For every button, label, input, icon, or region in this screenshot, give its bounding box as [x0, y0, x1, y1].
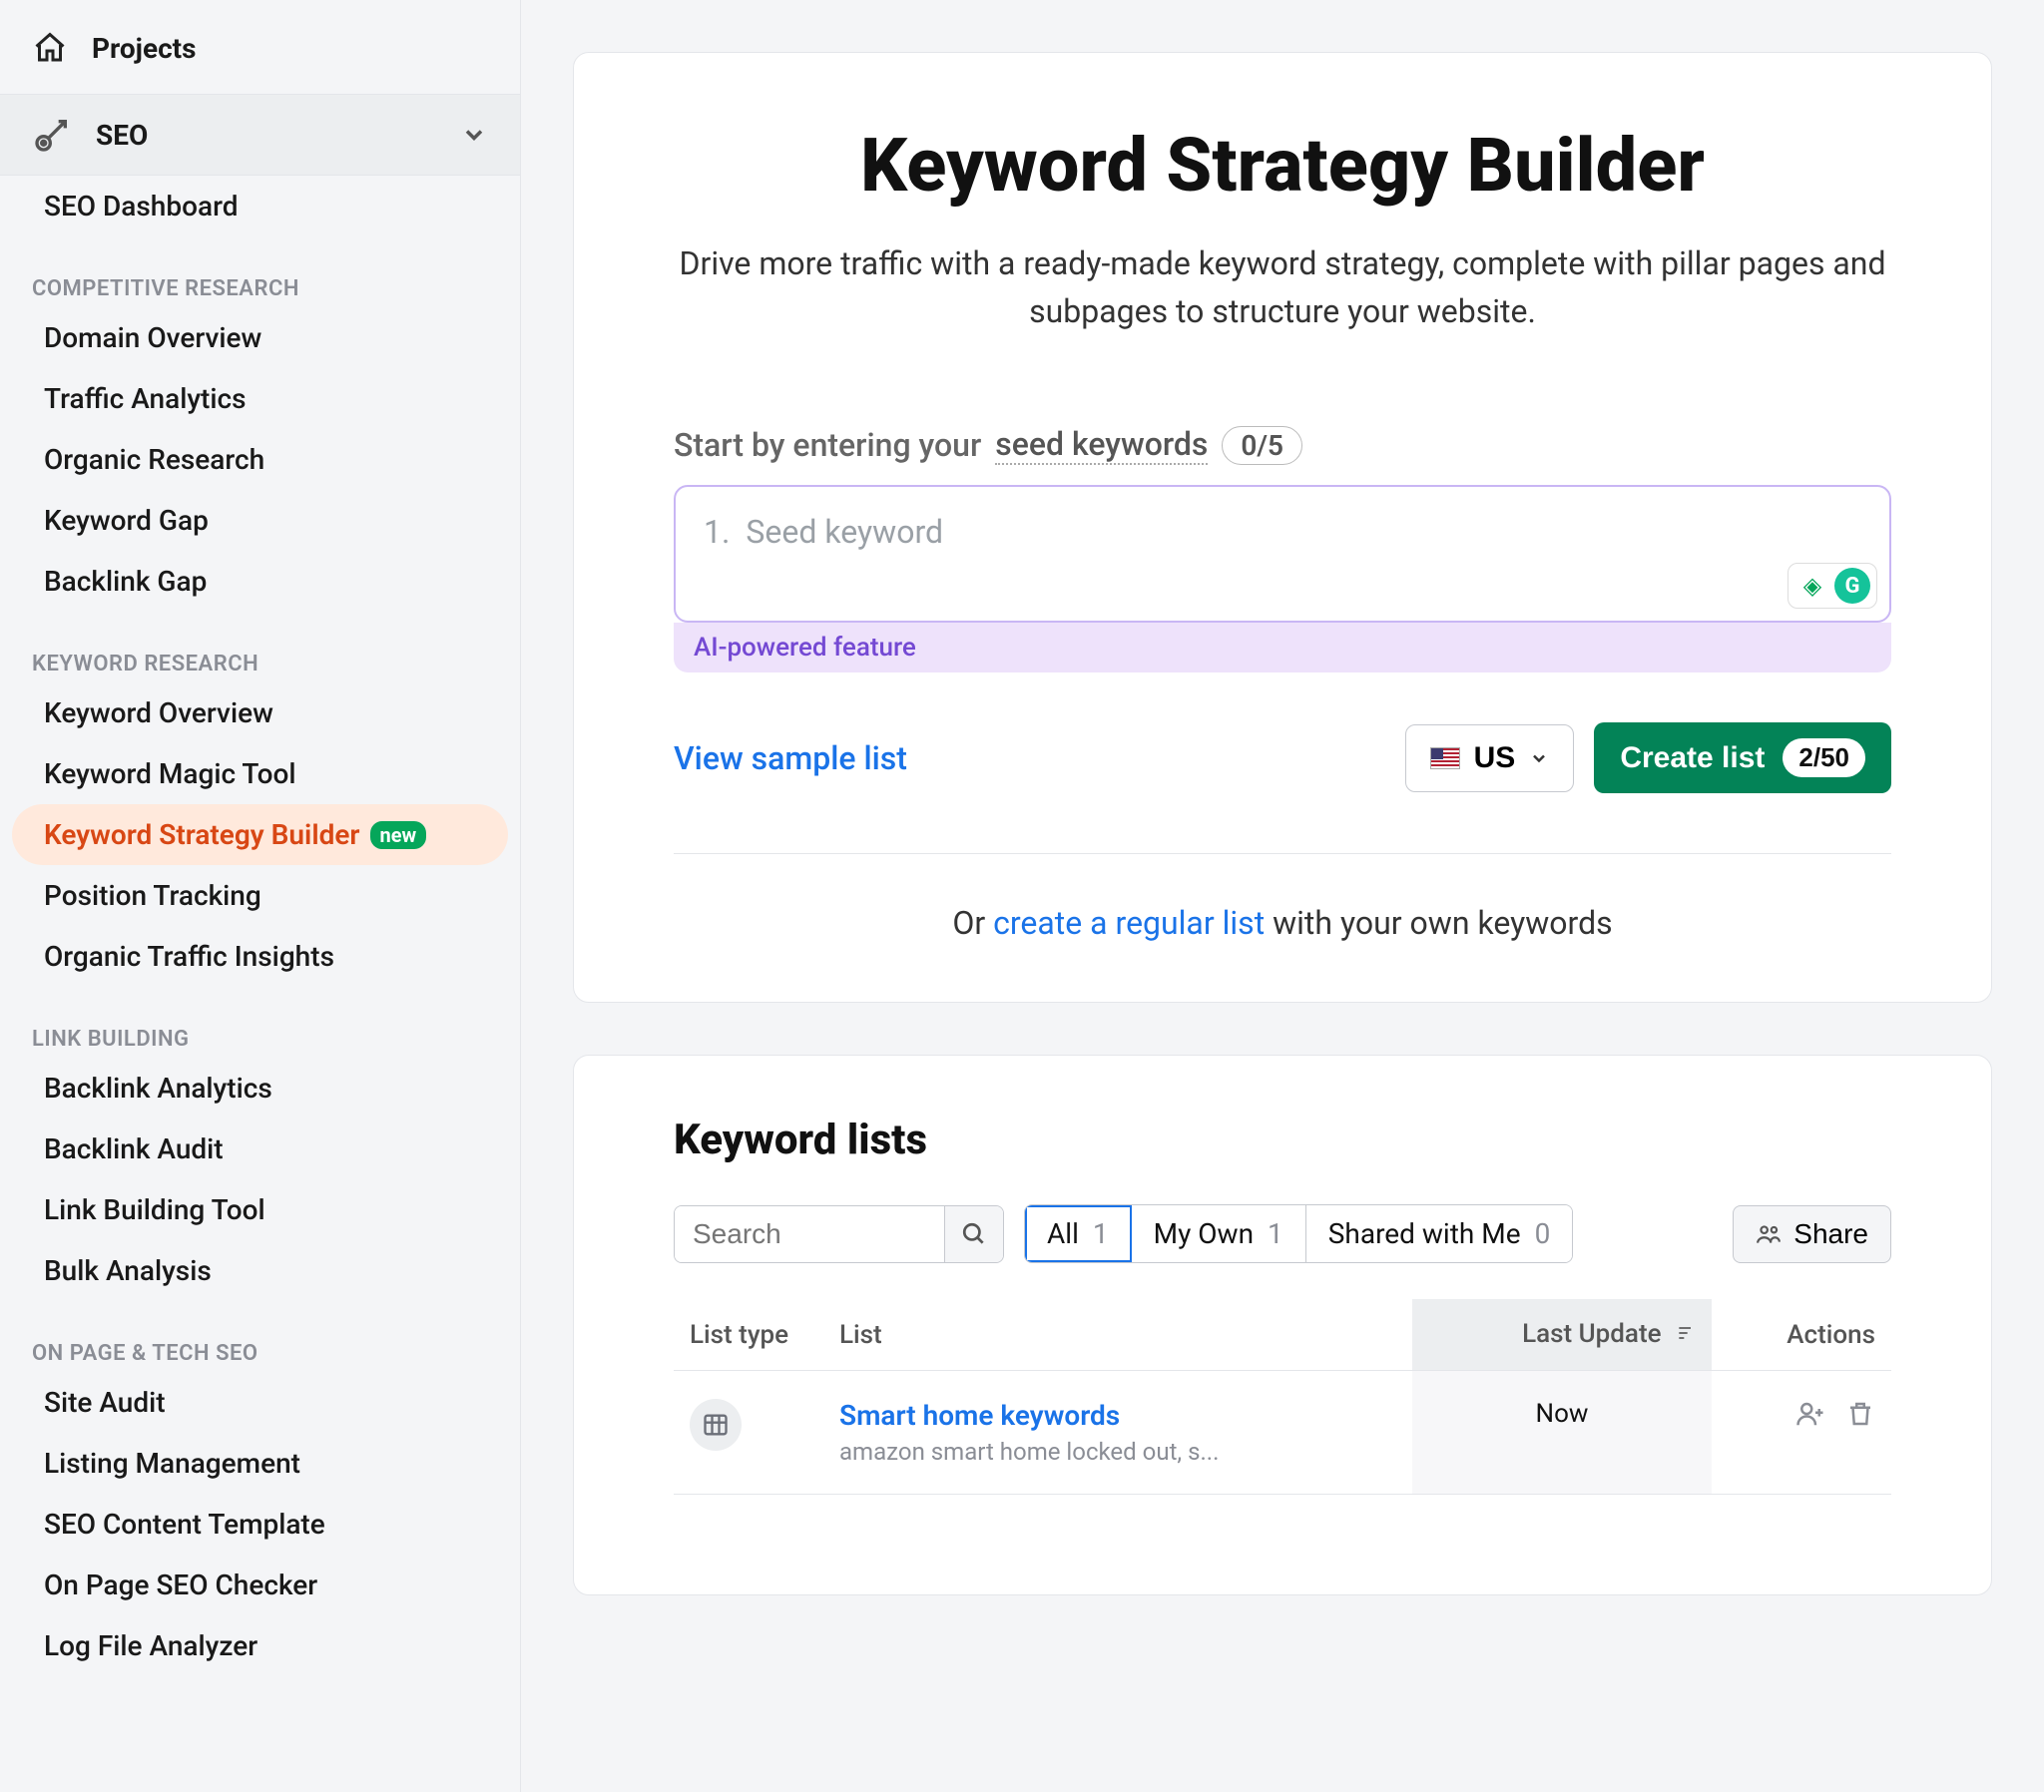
table-row[interactable]: Smart home keywords amazon smart home lo… — [674, 1371, 1891, 1495]
keyword-lists-heading: Keyword lists — [674, 1116, 1891, 1164]
tab-all[interactable]: All 1 — [1025, 1205, 1132, 1262]
keyword-lists-table: List type List Last Update Actions — [674, 1299, 1891, 1495]
home-icon — [32, 30, 68, 66]
add-user-button[interactable] — [1795, 1399, 1825, 1436]
delete-button[interactable] — [1845, 1399, 1875, 1436]
seed-input-box[interactable]: 1. Seed keyword ◈ G — [674, 485, 1891, 623]
lists-search-input[interactable] — [675, 1206, 944, 1262]
sidebar-item-listing-management[interactable]: Listing Management — [12, 1433, 508, 1494]
us-flag-icon — [1430, 747, 1460, 769]
main-content: Keyword Strategy Builder Drive more traf… — [521, 0, 2044, 1792]
page-title: Keyword Strategy Builder — [674, 123, 1891, 210]
sidebar-item-keyword-gap[interactable]: Keyword Gap — [12, 490, 508, 551]
sidebar-item-backlink-audit[interactable]: Backlink Audit — [12, 1119, 508, 1179]
sort-desc-icon — [1676, 1320, 1696, 1350]
trash-icon — [1845, 1399, 1875, 1429]
tab-my-own[interactable]: My Own 1 — [1132, 1205, 1306, 1262]
sidebar-item-keyword-strategy-builder[interactable]: Keyword Strategy Builder new — [12, 804, 508, 865]
share-button[interactable]: Share — [1733, 1205, 1891, 1263]
or-suffix: with your own keywords — [1265, 904, 1613, 942]
list-title[interactable]: Smart home keywords — [839, 1399, 1396, 1432]
sidebar-item-keyword-magic-tool[interactable]: Keyword Magic Tool — [12, 743, 508, 804]
sidebar-item-seo-dashboard[interactable]: SEO Dashboard — [12, 176, 508, 236]
col-actions: Actions — [1712, 1299, 1891, 1371]
new-badge: new — [370, 821, 427, 849]
col-list-type[interactable]: List type — [674, 1299, 823, 1371]
create-list-count: 2/50 — [1783, 738, 1865, 777]
add-user-icon — [1795, 1399, 1825, 1429]
or-prefix: Or — [952, 904, 993, 942]
sidebar-item-backlink-gap[interactable]: Backlink Gap — [12, 551, 508, 612]
sidebar-item-site-audit[interactable]: Site Audit — [12, 1372, 508, 1433]
create-list-label: Create list — [1620, 741, 1765, 775]
col-last-update[interactable]: Last Update — [1412, 1299, 1712, 1371]
sidebar-item-backlink-analytics[interactable]: Backlink Analytics — [12, 1058, 508, 1119]
sidebar-item-seo-content-template[interactable]: SEO Content Template — [12, 1494, 508, 1555]
seo-label: SEO — [96, 119, 148, 152]
or-line: Or create a regular list with your own k… — [674, 904, 1891, 942]
seed-index: 1. — [704, 513, 730, 551]
table-icon — [702, 1411, 730, 1439]
sidebar-heading-competitive-research: COMPETITIVE RESEARCH — [0, 236, 520, 307]
sidebar-heading-onpage-tech-seo: ON PAGE & TECH SEO — [0, 1301, 520, 1372]
create-list-button[interactable]: Create list 2/50 — [1594, 722, 1891, 793]
tab-count: 1 — [1093, 1217, 1109, 1250]
ai-note: AI-powered feature — [674, 623, 1891, 672]
sidebar-heading-keyword-research: KEYWORD RESEARCH — [0, 612, 520, 682]
tab-count: 1 — [1268, 1217, 1283, 1250]
sidebar-item-label: Keyword Strategy Builder — [44, 818, 360, 851]
search-icon — [961, 1221, 987, 1247]
view-sample-link[interactable]: View sample list — [674, 739, 907, 777]
tab-count: 0 — [1535, 1217, 1551, 1250]
grammarly-icon: G — [1834, 568, 1870, 604]
list-subtitle: amazon smart home locked out, s... — [839, 1438, 1396, 1466]
grammarly-widget[interactable]: ◈ G — [1788, 563, 1877, 609]
sidebar-item-traffic-analytics[interactable]: Traffic Analytics — [12, 368, 508, 429]
country-code: US — [1474, 741, 1516, 775]
sidebar-item-log-file-analyzer[interactable]: Log File Analyzer — [12, 1615, 508, 1676]
last-update-cell: Now — [1412, 1371, 1712, 1495]
tab-shared-with-me[interactable]: Shared with Me 0 — [1306, 1205, 1573, 1262]
tab-label: All — [1047, 1217, 1079, 1250]
tab-label: Shared with Me — [1328, 1217, 1521, 1250]
seo-section-toggle[interactable]: SEO — [0, 94, 520, 176]
lightbulb-icon: ◈ — [1794, 568, 1830, 604]
builder-card: Keyword Strategy Builder Drive more traf… — [573, 52, 1992, 1003]
keyword-lists-card: Keyword lists All 1 My Own 1 — [573, 1055, 1992, 1595]
sidebar-item-organic-research[interactable]: Organic Research — [12, 429, 508, 490]
sidebar-item-position-tracking[interactable]: Position Tracking — [12, 865, 508, 926]
sidebar-item-bulk-analysis[interactable]: Bulk Analysis — [12, 1240, 508, 1301]
seed-placeholder: Seed keyword — [746, 513, 943, 551]
sidebar-item-domain-overview[interactable]: Domain Overview — [12, 307, 508, 368]
sidebar: Projects SEO SEO Dashboard COMPETITIVE R… — [0, 0, 521, 1792]
col-last-update-label: Last Update — [1522, 1319, 1661, 1349]
chevron-down-icon — [460, 121, 488, 149]
projects-nav[interactable]: Projects — [0, 10, 520, 86]
search-button[interactable] — [944, 1206, 1003, 1262]
seed-prompt: Start by entering your seed keywords 0/5 — [674, 425, 1891, 465]
list-type-icon — [690, 1399, 742, 1451]
lists-tabs: All 1 My Own 1 Shared with Me 0 — [1024, 1204, 1573, 1263]
target-key-icon — [32, 115, 72, 155]
projects-label: Projects — [92, 32, 197, 65]
people-icon — [1756, 1221, 1782, 1247]
sidebar-heading-link-building: LINK BUILDING — [0, 987, 520, 1058]
share-label: Share — [1793, 1218, 1868, 1250]
create-regular-list-link[interactable]: create a regular list — [993, 904, 1265, 942]
lists-search[interactable] — [674, 1205, 1004, 1263]
seed-prompt-link[interactable]: seed keywords — [995, 425, 1208, 465]
lists-toolbar: All 1 My Own 1 Shared with Me 0 Share — [674, 1204, 1891, 1263]
sidebar-item-on-page-seo-checker[interactable]: On Page SEO Checker — [12, 1555, 508, 1615]
seed-prompt-prefix: Start by entering your — [674, 426, 981, 464]
divider — [674, 853, 1891, 854]
sidebar-item-keyword-overview[interactable]: Keyword Overview — [12, 682, 508, 743]
country-selector[interactable]: US — [1405, 724, 1575, 792]
col-list[interactable]: List — [823, 1299, 1412, 1371]
sidebar-item-organic-traffic-insights[interactable]: Organic Traffic Insights — [12, 926, 508, 987]
tab-label: My Own — [1154, 1217, 1254, 1250]
chevron-down-icon — [1529, 748, 1549, 768]
sidebar-item-link-building-tool[interactable]: Link Building Tool — [12, 1179, 508, 1240]
seed-count-pill: 0/5 — [1222, 426, 1302, 465]
page-subtitle: Drive more traffic with a ready-made key… — [674, 239, 1891, 335]
